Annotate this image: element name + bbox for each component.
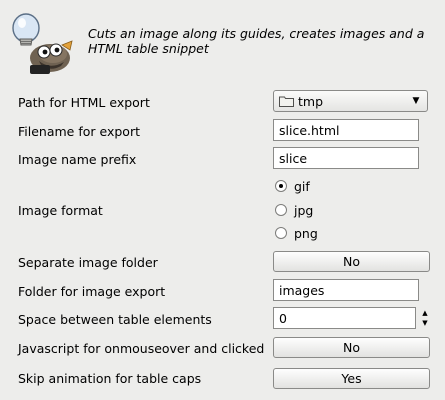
format-png-label: png — [294, 226, 318, 241]
chevron-down-icon: ▼ — [412, 96, 420, 106]
prefix-label: Image name prefix — [18, 152, 137, 167]
separate-folder-toggle[interactable]: No — [273, 251, 430, 272]
spin-up-arrow-icon[interactable]: ▲ — [419, 308, 431, 318]
format-jpg-label: jpg — [294, 203, 314, 218]
filename-input[interactable]: slice.html — [273, 119, 419, 141]
plugin-description: Cuts an image along its guides, creates … — [88, 26, 425, 56]
prefix-input[interactable]: slice — [273, 147, 419, 169]
dialog-header: Cuts an image along its guides, creates … — [0, 0, 445, 80]
image-format-label: Image format — [18, 203, 103, 218]
javascript-toggle[interactable]: No — [273, 337, 430, 358]
path-folder-chooser[interactable]: tmp ▼ — [273, 90, 428, 112]
folder-icon — [279, 96, 294, 107]
gimp-wilber-lightbulb-icon — [12, 13, 73, 74]
radio-indicator — [275, 180, 287, 192]
spin-down-arrow-icon[interactable]: ▼ — [419, 318, 431, 328]
separate-folder-label: Separate image folder — [18, 255, 158, 270]
skip-animation-toggle[interactable]: Yes — [273, 368, 430, 389]
javascript-label: Javascript for onmouseover and clicked — [18, 341, 265, 356]
filename-label: Filename for export — [18, 124, 140, 139]
path-label: Path for HTML export — [18, 95, 150, 110]
radio-indicator — [275, 204, 287, 216]
skip-animation-label: Skip animation for table caps — [18, 371, 202, 386]
format-gif-label: gif — [294, 179, 310, 194]
path-value: tmp — [298, 94, 324, 109]
spacing-spinbutton[interactable]: 0 — [273, 307, 416, 329]
image-folder-input[interactable]: images — [273, 279, 419, 301]
spacing-label: Space between table elements — [18, 312, 212, 327]
radio-indicator — [275, 227, 287, 239]
image-folder-label: Folder for image export — [18, 284, 166, 299]
